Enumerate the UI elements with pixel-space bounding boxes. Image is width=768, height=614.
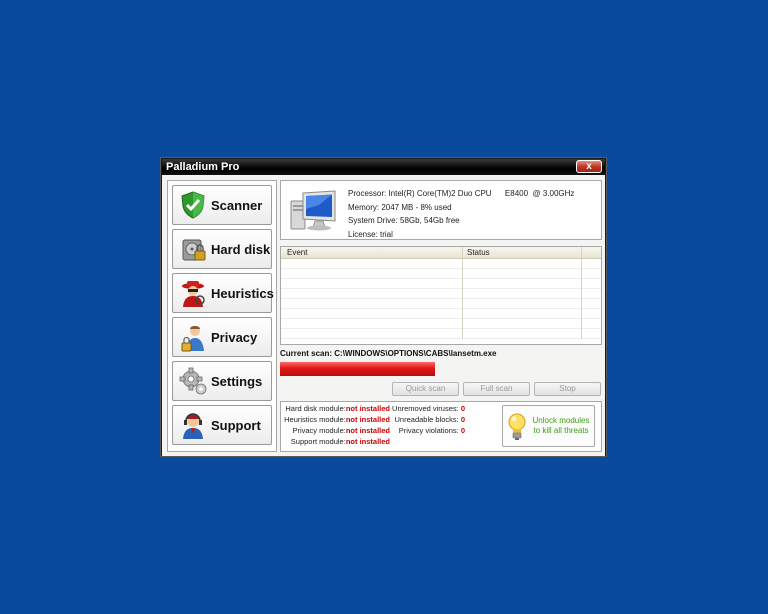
stat-value: 0	[460, 426, 465, 435]
user-lock-icon	[181, 326, 204, 352]
column-divider	[581, 259, 582, 339]
sidebar-item-label: Privacy	[211, 330, 258, 345]
column-header-status[interactable]: Status	[467, 248, 490, 257]
table-body	[281, 259, 601, 339]
title-bar[interactable]: Palladium Pro x	[162, 159, 605, 175]
stat-unreadable-blocks: Unreadable blocks: 0	[395, 414, 465, 425]
stat-privacy-violations: Privacy violations: 0	[399, 425, 465, 436]
gear-icon	[179, 367, 207, 395]
unlock-text: Unlock modules to kill all threats	[529, 416, 593, 436]
stat-label: Unreadable blocks:	[394, 415, 459, 424]
module-value: not installed	[345, 426, 390, 435]
sidebar-item-support[interactable]: Support	[172, 405, 272, 445]
module-status-hard-disk: Hard disk module:not installed	[285, 403, 390, 414]
light-bulb-icon	[508, 413, 526, 440]
module-status-privacy: Privacy module:not installed	[292, 425, 390, 436]
quick-scan-button[interactable]: Quick scan	[392, 382, 459, 396]
module-label: Heuristics module:	[284, 415, 346, 424]
system-info-panel: Processor: Intel(R) Core(TM)2 Duo CPU E8…	[280, 180, 602, 240]
sidebar-item-label: Settings	[211, 374, 263, 389]
table-row	[281, 259, 601, 269]
module-value: not installed	[345, 437, 390, 446]
table-row	[281, 329, 601, 339]
support-agent-icon	[183, 413, 203, 439]
palladium-window: Palladium Pro x Scanner Hard disk Heuris…	[161, 158, 606, 456]
sidebar-item-label: Scanner	[211, 198, 263, 213]
table-row	[281, 279, 601, 289]
stop-button[interactable]: Stop	[534, 382, 601, 396]
unlock-line-2: to kill all threats	[533, 426, 589, 435]
close-button[interactable]: x	[576, 160, 602, 173]
table-row	[281, 319, 601, 329]
shield-check-icon	[181, 191, 205, 219]
sidebar-item-hard-disk[interactable]: Hard disk	[172, 229, 272, 269]
table-header: Event Status	[281, 247, 601, 259]
module-label: Hard disk module:	[285, 404, 346, 413]
stat-label: Unremoved viruses:	[392, 404, 459, 413]
system-info-text: Processor: Intel(R) Core(TM)2 Duo CPU E8…	[348, 187, 574, 241]
processor-info: Processor: Intel(R) Core(TM)2 Duo CPU E8…	[348, 189, 575, 198]
module-value: not installed	[345, 404, 390, 413]
window-title: Palladium Pro	[166, 161, 240, 173]
sidebar: Scanner Hard disk Heuristics Privacy Set…	[167, 180, 277, 452]
event-table[interactable]: Event Status	[280, 246, 602, 345]
stat-value: 0	[460, 404, 465, 413]
sidebar-item-privacy[interactable]: Privacy	[172, 317, 272, 357]
current-scan-path: C:\WINDOWS\OPTIONS\CABS\lansetm.exe	[334, 349, 497, 358]
memory-info: Memory: 2047 MB - 8% used	[348, 202, 452, 212]
module-label: Support module:	[290, 437, 346, 446]
close-icon: x	[586, 161, 592, 172]
current-scan: Current scan: C:\WINDOWS\OPTIONS\CABS\la…	[280, 349, 602, 358]
sidebar-item-label: Support	[211, 418, 261, 433]
drive-info: System Drive: 58Gb, 54Gb free	[348, 216, 460, 225]
scan-progress-fill	[280, 362, 435, 376]
current-scan-label: Current scan:	[280, 349, 333, 358]
table-row	[281, 269, 601, 279]
table-row	[281, 299, 601, 309]
sidebar-item-scanner[interactable]: Scanner	[172, 185, 272, 225]
column-header-event[interactable]: Event	[287, 248, 307, 257]
module-label: Privacy module:	[292, 426, 346, 435]
module-status-support: Support module:not installed	[291, 436, 390, 447]
unlock-line-1: Unlock modules	[532, 416, 590, 425]
table-row	[281, 309, 601, 319]
sidebar-item-label: Heuristics	[211, 286, 274, 301]
sidebar-item-label: Hard disk	[211, 242, 271, 257]
table-row	[281, 289, 601, 299]
computer-icon	[290, 190, 336, 231]
column-divider	[581, 247, 582, 258]
sidebar-item-settings[interactable]: Settings	[172, 361, 272, 401]
module-value: not installed	[345, 415, 390, 424]
scan-progress-bar	[280, 362, 602, 376]
stat-label: Privacy violations:	[398, 426, 459, 435]
hard-disk-lock-icon	[182, 239, 206, 261]
column-divider	[462, 247, 463, 258]
window-body: Scanner Hard disk Heuristics Privacy Set…	[162, 175, 605, 456]
status-panel: Hard disk module:not installed Heuristic…	[280, 401, 602, 452]
stat-unremoved-viruses: Unremoved viruses: 0	[392, 403, 465, 414]
full-scan-button[interactable]: Full scan	[463, 382, 530, 396]
column-divider	[462, 259, 463, 339]
module-status-heuristics: Heuristics module:not installed	[284, 414, 390, 425]
sidebar-item-heuristics[interactable]: Heuristics	[172, 273, 274, 313]
license-info: License: trial	[348, 229, 393, 239]
stat-value: 0	[460, 415, 465, 424]
unlock-modules-button[interactable]: Unlock modules to kill all threats	[502, 405, 595, 447]
spy-agent-icon	[182, 281, 205, 307]
